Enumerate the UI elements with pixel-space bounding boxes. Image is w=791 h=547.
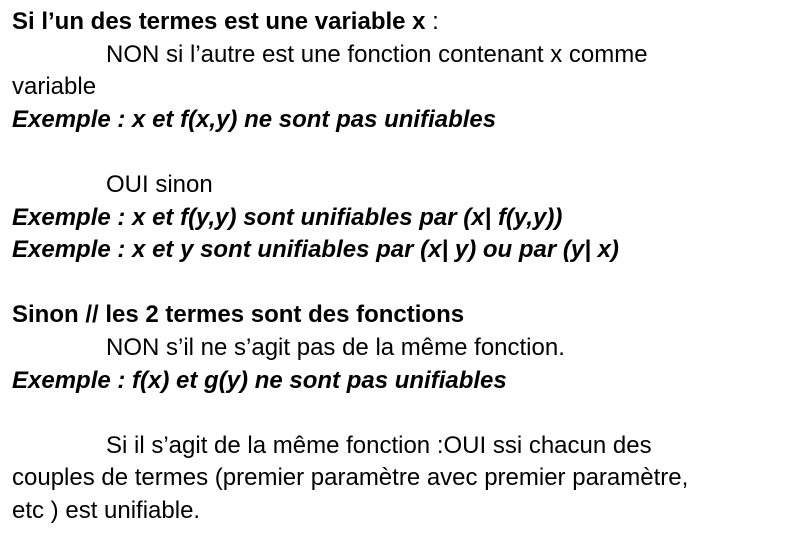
document-page: Si l’un des termes est une variable x : … xyxy=(12,6,784,528)
same-function-rule-line3: etc ) est unifiable. xyxy=(12,496,201,524)
variable-case-heading: Si l’un des termes est une variable x : xyxy=(12,6,784,39)
example-not-unifiable-x-fxy: Exemple : x et f(x,y) ne sont pas unifia… xyxy=(12,105,497,133)
no-if-contains-variable-line1: NON si l’autre est une fonction contenan… xyxy=(106,40,648,68)
no-if-contains-variable-line2: variable xyxy=(12,73,97,101)
same-function-rule-line1: Si il s’agit de la même fonction :OUI ss… xyxy=(106,431,652,459)
function-case-heading: Sinon // les 2 termes sont des fonctions xyxy=(12,301,465,329)
same-function-rule-line2: couples de termes (premier paramètre ave… xyxy=(12,464,689,492)
example-not-unifiable-fx-gy: Exemple : f(x) et g(y) ne sont pas unifi… xyxy=(12,366,507,394)
variable-case-heading-text: Si l’un des termes est une variable x xyxy=(12,8,426,35)
no-if-different-function-line: NON s’il ne s’agit pas de la même foncti… xyxy=(106,333,565,361)
example-unifiable-x-y: Exemple : x et y sont unifiables par (x|… xyxy=(12,236,619,264)
yes-otherwise-line: OUI sinon xyxy=(106,170,213,198)
example-unifiable-x-fyy: Exemple : x et f(y,y) sont unifiables pa… xyxy=(12,203,563,231)
variable-case-heading-colon: : xyxy=(425,8,439,35)
